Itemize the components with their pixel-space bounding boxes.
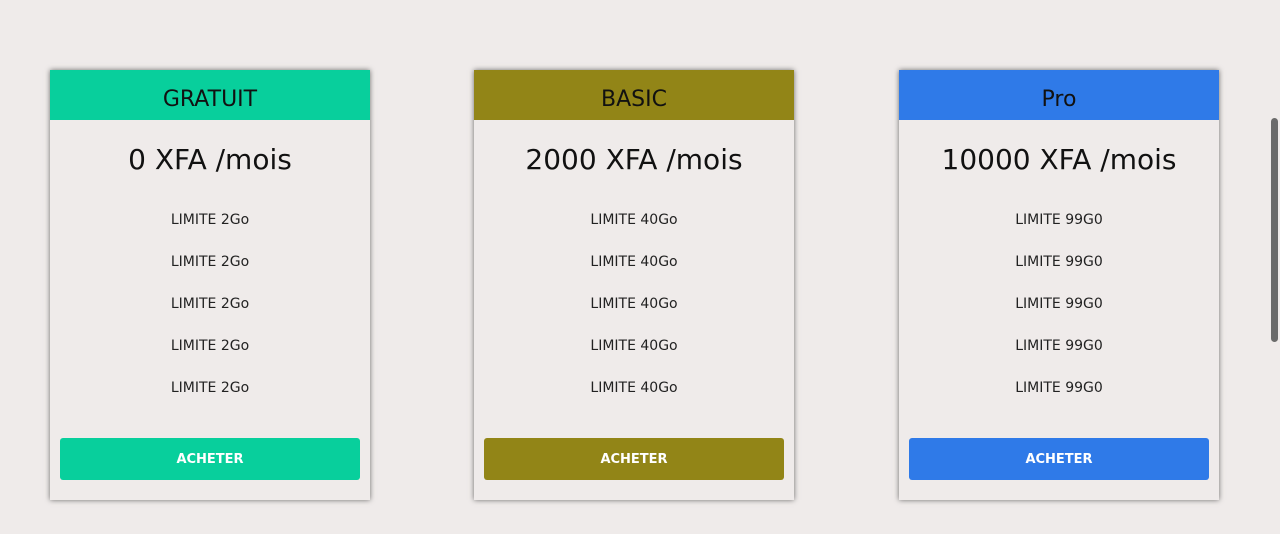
feature-item: LIMITE 2Go bbox=[170, 296, 250, 312]
feature-item: LIMITE 99G0 bbox=[1015, 212, 1103, 228]
vertical-scrollbar[interactable] bbox=[1268, 0, 1280, 534]
plan-title: Pro bbox=[899, 70, 1219, 120]
plan-title: GRATUIT bbox=[50, 70, 370, 120]
feature-item: LIMITE 40Go bbox=[590, 212, 678, 228]
feature-item: LIMITE 2Go bbox=[170, 338, 250, 354]
plan-price: 10000 XFA /mois bbox=[941, 143, 1177, 176]
scrollbar-thumb[interactable] bbox=[1271, 118, 1278, 342]
feature-item: LIMITE 99G0 bbox=[1015, 338, 1103, 354]
feature-item: LIMITE 99G0 bbox=[1015, 296, 1103, 312]
feature-item: LIMITE 2Go bbox=[170, 380, 250, 396]
plan-card-gratuit: GRATUIT 0 XFA /mois LIMITE 2Go LIMITE 2G… bbox=[50, 70, 370, 500]
plan-title: BASIC bbox=[474, 70, 794, 120]
feature-list: LIMITE 99G0 LIMITE 99G0 LIMITE 99G0 LIMI… bbox=[899, 208, 1219, 418]
feature-item: LIMITE 2Go bbox=[170, 254, 250, 270]
plan-price: 2000 XFA /mois bbox=[525, 143, 743, 176]
feature-item: LIMITE 2Go bbox=[170, 212, 250, 228]
feature-item: LIMITE 40Go bbox=[590, 338, 678, 354]
feature-item: LIMITE 99G0 bbox=[1015, 254, 1103, 270]
pricing-page: GRATUIT 0 XFA /mois LIMITE 2Go LIMITE 2G… bbox=[0, 0, 1280, 534]
feature-item: LIMITE 40Go bbox=[590, 380, 678, 396]
feature-list: LIMITE 2Go LIMITE 2Go LIMITE 2Go LIMITE … bbox=[50, 208, 370, 418]
feature-list: LIMITE 40Go LIMITE 40Go LIMITE 40Go LIMI… bbox=[474, 208, 794, 418]
feature-item: LIMITE 40Go bbox=[590, 254, 678, 270]
plan-card-basic: BASIC 2000 XFA /mois LIMITE 40Go LIMITE … bbox=[474, 70, 794, 500]
plan-price: 0 XFA /mois bbox=[128, 143, 292, 176]
buy-button-basic[interactable]: ACHETER bbox=[484, 438, 784, 480]
feature-item: LIMITE 99G0 bbox=[1015, 380, 1103, 396]
buy-button-pro[interactable]: ACHETER bbox=[909, 438, 1209, 480]
feature-item: LIMITE 40Go bbox=[590, 296, 678, 312]
buy-button-gratuit[interactable]: ACHETER bbox=[60, 438, 360, 480]
plan-card-pro: Pro 10000 XFA /mois LIMITE 99G0 LIMITE 9… bbox=[899, 70, 1219, 500]
